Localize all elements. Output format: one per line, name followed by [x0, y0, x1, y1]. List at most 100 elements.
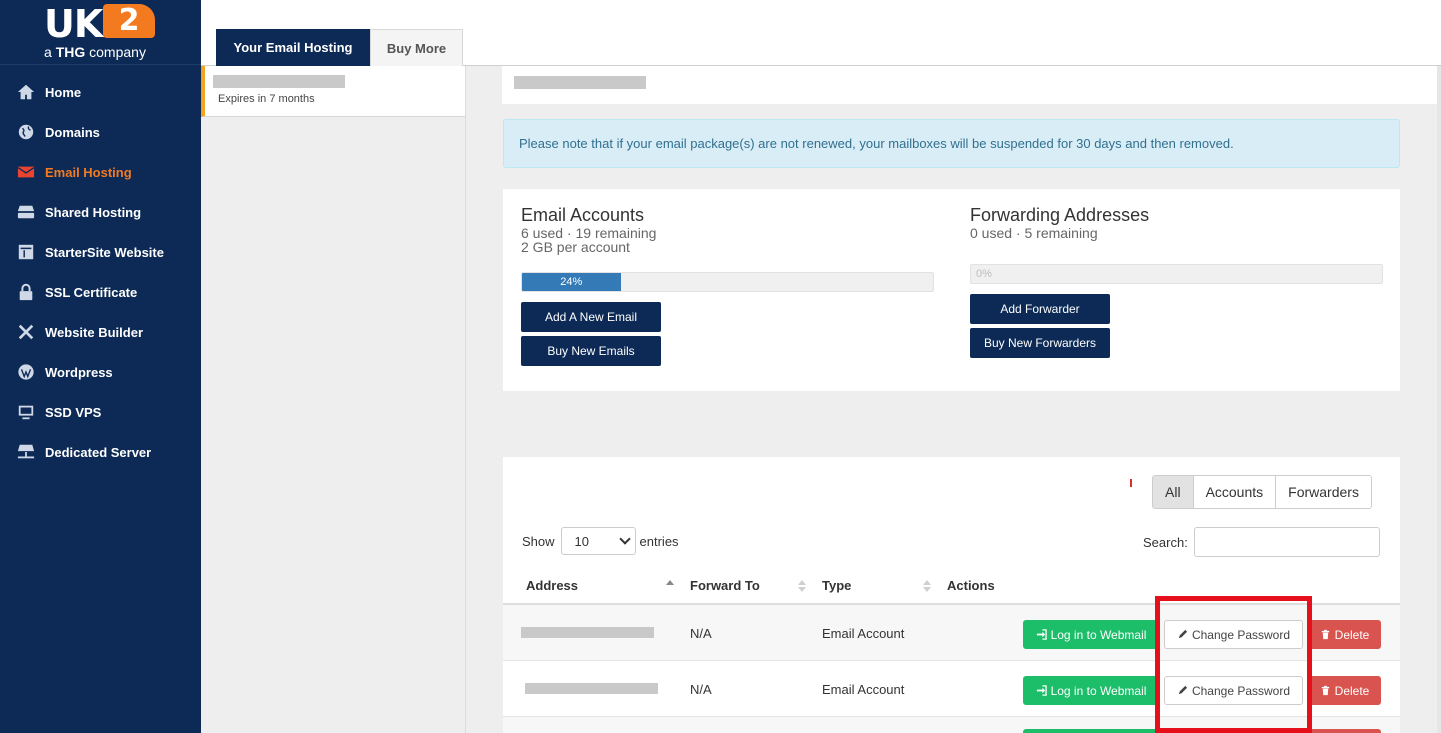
- renewal-notice: Please note that if your email package(s…: [503, 119, 1400, 168]
- forwarding-progress: 0%: [970, 264, 1383, 284]
- filter-forwarders-button[interactable]: Forwarders: [1275, 476, 1371, 508]
- change-password-label: Change Password: [1191, 627, 1291, 642]
- mailbox-table-panel: All Accounts Forwarders Show 10 entries …: [503, 457, 1400, 733]
- search-control: Search:: [1143, 527, 1380, 557]
- email-accounts-title: Email Accounts: [521, 205, 645, 225]
- lock-icon: [16, 283, 36, 301]
- sidebar-item-shared-hosting[interactable]: Shared Hosting: [0, 192, 201, 232]
- main-content: Please note that if your email package(s…: [466, 66, 1441, 733]
- change-password-button[interactable]: Change Password: [1164, 676, 1303, 705]
- sort-icon: [923, 580, 931, 592]
- address-redacted: [521, 627, 654, 638]
- search-input[interactable]: [1193, 527, 1380, 557]
- brand-logo[interactable]: UK 2 a THG company: [0, 0, 201, 65]
- column-header-address[interactable]: Address: [526, 578, 578, 593]
- globe-icon: [16, 123, 36, 141]
- sidebar-nav: Home Domains Email Hosting Shared Hostin…: [0, 72, 201, 472]
- tab-your-email-hosting[interactable]: Your Email Hosting: [216, 29, 370, 66]
- sign-in-icon: [1036, 685, 1047, 696]
- trash-icon: [1320, 685, 1331, 696]
- change-password-button[interactable]: Change Password: [1164, 620, 1303, 649]
- sidebar-item-website-builder[interactable]: Website Builder: [0, 312, 201, 352]
- sidebar-item-wordpress[interactable]: Wordpress: [0, 352, 201, 392]
- filter-accounts-button[interactable]: Accounts: [1192, 476, 1276, 508]
- search-label: Search:: [1143, 534, 1188, 550]
- delete-button[interactable]: Delete: [1308, 676, 1381, 705]
- scrollbar-track[interactable]: [1437, 66, 1441, 733]
- sidebar-item-startersite[interactable]: StarterSite Website: [0, 232, 201, 272]
- forward-to-cell: N/A: [690, 682, 712, 697]
- filter-all-button[interactable]: All: [1153, 476, 1193, 508]
- buy-new-emails-button[interactable]: Buy New Emails: [521, 336, 661, 366]
- forwarding-panel: Forwarding Addresses 0 used · 5 remainin…: [970, 189, 1390, 358]
- add-forwarder-button[interactable]: Add Forwarder: [970, 294, 1110, 324]
- sort-icon: [798, 580, 806, 592]
- sidebar-item-label: SSL Certificate: [45, 284, 138, 300]
- table-row: [503, 717, 1400, 733]
- package-expiry: Expires in 7 months: [218, 93, 315, 105]
- delete-button-partial[interactable]: [1308, 729, 1381, 733]
- table-row: N/A Email Account Log in to Webmail Chan…: [503, 661, 1400, 717]
- entries-select[interactable]: 10: [560, 527, 636, 555]
- sidebar-item-label: StarterSite Website: [45, 244, 164, 260]
- progress-label: 24%: [560, 276, 583, 288]
- sidebar-item-domains[interactable]: Domains: [0, 112, 201, 152]
- forward-to-cell: N/A: [690, 626, 712, 641]
- logo-badge: 2: [103, 4, 155, 38]
- sidebar-item-ssd-vps[interactable]: SSD VPS: [0, 392, 201, 432]
- sidebar-item-label: SSD VPS: [45, 404, 102, 420]
- email-accounts-quota: 2 GB per account: [521, 239, 630, 255]
- sidebar-item-dedicated-server[interactable]: Dedicated Server: [0, 432, 201, 472]
- sidebar-item-label: Dedicated Server: [45, 444, 152, 460]
- forwarding-title: Forwarding Addresses: [970, 205, 1150, 225]
- filter-button-group: All Accounts Forwarders: [1152, 475, 1372, 509]
- home-icon: [16, 83, 36, 101]
- top-tab-bar: Your Email Hosting Buy More: [201, 0, 1441, 66]
- usage-summary: Email Accounts 6 used · 19 remaining 2 G…: [503, 189, 1400, 391]
- wordpress-icon: [16, 363, 36, 381]
- tab-buy-more[interactable]: Buy More: [370, 29, 463, 66]
- sidebar-item-home[interactable]: Home: [0, 72, 201, 112]
- change-password-button-partial[interactable]: [1164, 729, 1303, 733]
- sidebar-item-label: Wordpress: [45, 364, 113, 380]
- email-accounts-usage: 6 used · 19 remaining: [521, 225, 657, 241]
- logo-text: UK: [44, 2, 103, 46]
- package-header: [502, 66, 1441, 104]
- webmail-login-button[interactable]: Log in to Webmail: [1023, 676, 1159, 705]
- column-header-type[interactable]: Type: [822, 578, 851, 593]
- sidebar: UK 2 a THG company Home Domains Email Ho…: [0, 0, 201, 733]
- monitor-icon: [16, 403, 36, 421]
- package-header-name-redacted: [514, 76, 646, 89]
- buy-new-forwarders-button[interactable]: Buy New Forwarders: [970, 328, 1110, 358]
- delete-label: Delete: [1334, 683, 1370, 698]
- forwarding-usage: 0 used · 5 remaining: [970, 225, 1098, 241]
- table-row: N/A Email Account Log in to Webmail Chan…: [503, 605, 1400, 661]
- webmail-label: Log in to Webmail: [1050, 683, 1147, 698]
- sidebar-item-label: Email Hosting: [45, 164, 132, 180]
- sidebar-item-email-hosting[interactable]: Email Hosting: [0, 152, 201, 192]
- sidebar-item-label: Home: [45, 84, 82, 100]
- webmail-login-button-partial[interactable]: [1023, 729, 1159, 733]
- logo-tagline: a THG company: [44, 44, 146, 60]
- sidebar-item-label: Website Builder: [45, 324, 144, 340]
- change-password-label: Change Password: [1191, 683, 1291, 698]
- type-cell: Email Account: [822, 626, 905, 641]
- sidebar-item-ssl[interactable]: SSL Certificate: [0, 272, 201, 312]
- chevron-down-icon: [618, 533, 631, 545]
- delete-button[interactable]: Delete: [1308, 620, 1381, 649]
- add-new-email-button[interactable]: Add A New Email: [521, 302, 661, 332]
- sign-in-icon: [1036, 629, 1047, 640]
- webmail-login-button[interactable]: Log in to Webmail: [1023, 620, 1159, 649]
- webmail-label: Log in to Webmail: [1050, 627, 1147, 642]
- sort-asc-icon: [666, 580, 674, 592]
- package-item[interactable]: Expires in 7 months: [201, 66, 465, 117]
- delete-label: Delete: [1334, 627, 1370, 642]
- entries-select-value: 10: [574, 533, 589, 549]
- server-stack-icon: [16, 203, 36, 221]
- column-header-forward-to[interactable]: Forward To: [690, 578, 760, 593]
- page-length-control: Show 10 entries: [522, 527, 679, 555]
- show-label: Show: [522, 533, 555, 549]
- network-server-icon: [16, 443, 36, 461]
- type-cell: Email Account: [822, 682, 905, 697]
- trash-icon: [1320, 629, 1331, 640]
